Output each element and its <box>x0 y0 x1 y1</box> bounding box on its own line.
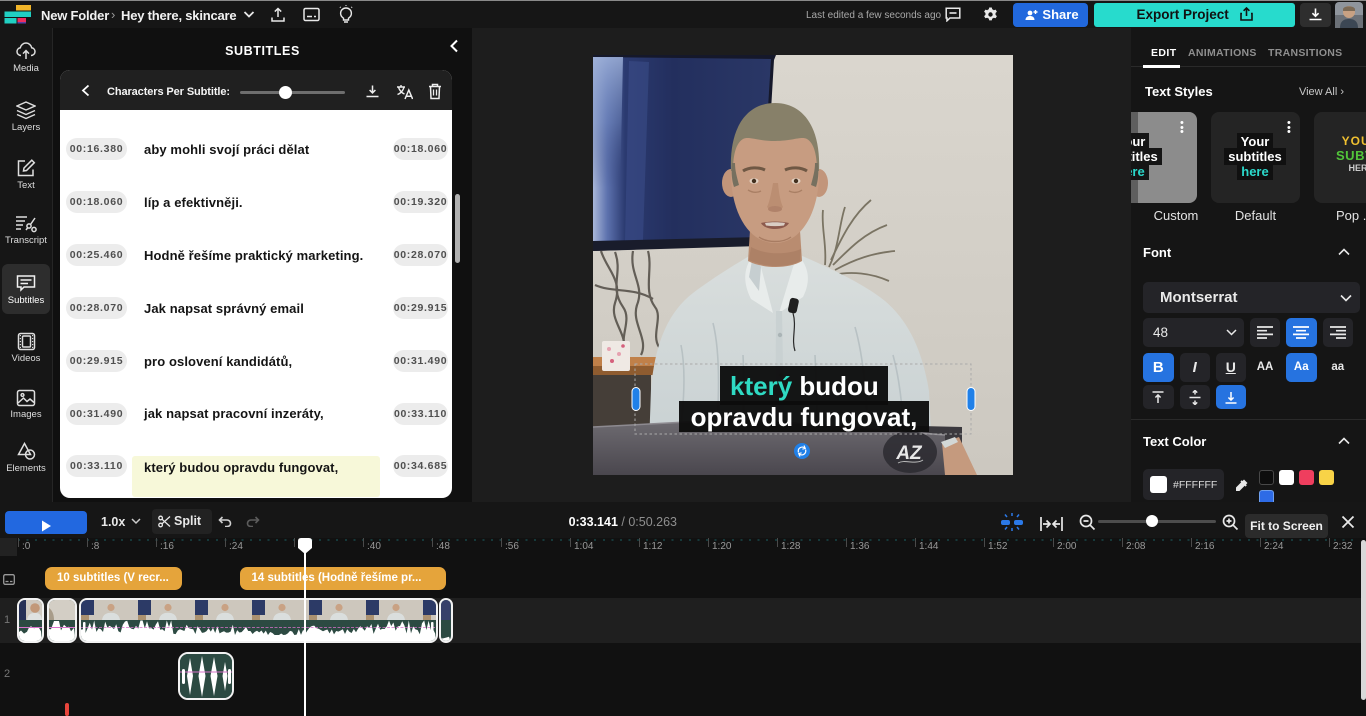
svg-text:který budou: který budou <box>730 371 879 401</box>
svg-text:opravdu fungovat,: opravdu fungovat, <box>691 402 918 432</box>
svg-text:AZ: AZ <box>895 443 923 464</box>
